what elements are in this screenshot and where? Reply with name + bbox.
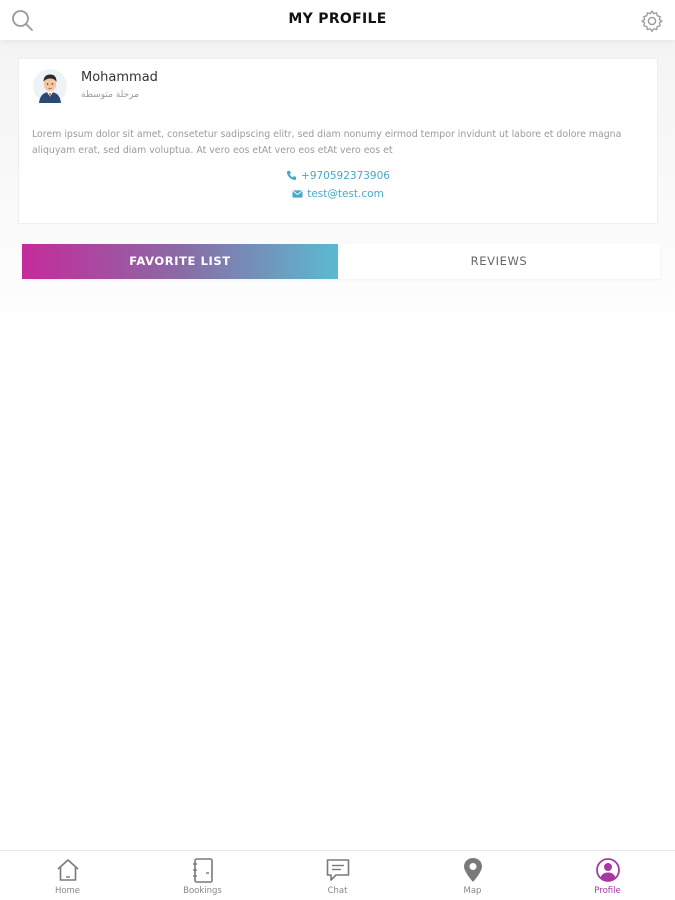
nav-label-bookings: Bookings	[183, 886, 222, 896]
tab-favorite-list[interactable]: FAVORITE LIST	[22, 244, 338, 279]
nav-item-profile[interactable]: Profile	[540, 851, 675, 900]
email-address: test@test.com	[307, 188, 384, 200]
email-link[interactable]: test@test.com	[19, 188, 657, 200]
profile-bio: Lorem ipsum dolor sit amet, consetetur s…	[32, 129, 622, 156]
nav-label-home: Home	[54, 886, 81, 896]
home-icon	[56, 859, 79, 881]
nav-item-chat[interactable]: Chat	[270, 851, 405, 900]
top-bar: MY PROFILE	[0, 0, 675, 40]
nav-item-bookings[interactable]: Bookings	[135, 851, 270, 900]
phone-number: +970592373906	[301, 170, 390, 182]
nav-label-map: Map	[463, 886, 482, 896]
nav-item-map[interactable]: Map	[405, 851, 540, 900]
profile-subtitle: مرحلة متوسطة	[81, 90, 139, 100]
user-circle-icon	[595, 858, 620, 882]
notebook-icon	[192, 858, 213, 883]
profile-card: Mohammad مرحلة متوسطة Lorem ipsum dolor …	[18, 58, 658, 224]
nav-label-profile: Profile	[594, 886, 621, 896]
nav-item-home[interactable]: Home	[0, 851, 135, 900]
page-title: MY PROFILE	[288, 11, 387, 27]
app-root: MY PROFILE Mohammad مرحلة متوسطة Lorem i…	[0, 0, 675, 900]
settings-button[interactable]	[639, 8, 665, 34]
avatar	[33, 69, 67, 103]
phone-link[interactable]: +970592373906	[19, 170, 657, 182]
bottom-navigation: Home Bookings Chat Map Profile	[0, 850, 675, 900]
tab-reviews[interactable]: REVIEWS	[338, 244, 660, 279]
envelope-icon	[292, 190, 303, 198]
profile-name: Mohammad	[81, 70, 158, 85]
gear-icon	[641, 10, 663, 33]
phone-icon	[286, 170, 297, 181]
map-pin-icon	[463, 858, 482, 882]
chat-icon	[326, 859, 349, 881]
profile-tabs: FAVORITE LIST REVIEWS	[22, 244, 660, 279]
nav-label-chat: Chat	[327, 886, 348, 896]
